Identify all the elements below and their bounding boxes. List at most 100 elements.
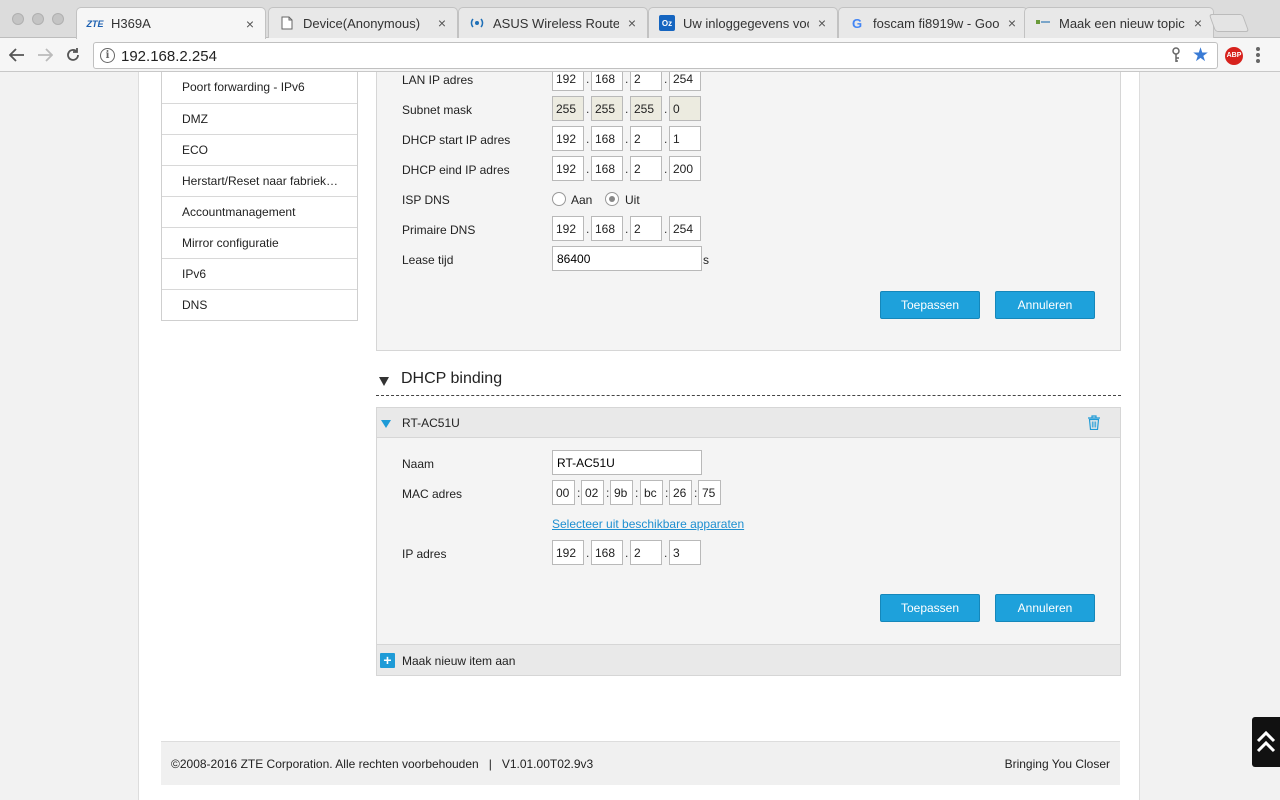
back-arrow-icon[interactable]	[6, 44, 28, 66]
sidebar-item-ipv6[interactable]: IPv6	[162, 258, 357, 289]
tab-title: H369A	[111, 16, 151, 31]
sidebar-item-herstart-reset[interactable]: Herstart/Reset naar fabriek…	[162, 165, 357, 196]
primary-dns-octet-3[interactable]	[630, 216, 662, 241]
dhcp-end-octet-2[interactable]	[591, 156, 623, 181]
expand-triangle-icon[interactable]	[381, 420, 391, 428]
sidebar-item-dns[interactable]: DNS	[162, 289, 357, 320]
binding-ip-octet-2[interactable]	[591, 540, 623, 565]
mac-octet-2[interactable]	[581, 480, 604, 505]
bookmark-star-icon[interactable]: ★	[1192, 44, 1209, 67]
primary-dns-octet-2[interactable]	[591, 216, 623, 241]
sidebar-item-mirror-configuratie[interactable]: Mirror configuratie	[162, 227, 357, 258]
dhcp-binding-section-header[interactable]: DHCP binding	[376, 362, 1121, 396]
primary-dns-octet-1[interactable]	[552, 216, 584, 241]
tab-uw-inloggegevens[interactable]: Oz Uw inloggegevens voor ×	[648, 7, 838, 38]
window-zoom-icon[interactable]	[52, 13, 64, 25]
info-icon[interactable]: i	[100, 48, 115, 63]
tab-close-icon[interactable]: ×	[815, 15, 829, 31]
forward-arrow-icon[interactable]	[34, 44, 56, 66]
tab-close-icon[interactable]: ×	[625, 15, 639, 31]
dhcp-start-octet-2[interactable]	[591, 126, 623, 151]
footer-slogan: Bringing You Closer	[1004, 757, 1110, 771]
lan-ip-octet-4[interactable]	[669, 72, 701, 91]
mac-octet-1[interactable]	[552, 480, 575, 505]
isp-dns-label: ISP DNS	[402, 193, 450, 207]
browser-menu-icon[interactable]	[1256, 47, 1260, 65]
plus-icon[interactable]: +	[380, 653, 395, 668]
reload-icon[interactable]	[62, 44, 84, 66]
tab-device-anonymous[interactable]: Device(Anonymous) ×	[268, 7, 458, 38]
sidebar-item-accountmanagement[interactable]: Accountmanagement	[162, 196, 357, 227]
url-text[interactable]: 192.168.2.254	[121, 48, 217, 65]
binding-cancel-button[interactable]: Annuleren	[995, 594, 1095, 622]
mac-octet-3[interactable]	[610, 480, 633, 505]
forum-icon	[1035, 15, 1051, 31]
tab-close-icon[interactable]: ×	[435, 15, 449, 31]
lan-ip-octet-1[interactable]	[552, 72, 584, 91]
tab-title: Uw inloggegevens voor	[683, 15, 809, 31]
mac-octet-5[interactable]	[669, 480, 692, 505]
new-tab-button[interactable]	[1208, 14, 1250, 32]
isp-dns-on-radio[interactable]	[552, 192, 566, 206]
section-title: DHCP binding	[401, 370, 503, 387]
sidebar-item-eco[interactable]: ECO	[162, 134, 357, 165]
tab-h369a[interactable]: ZTE H369A ×	[76, 7, 266, 39]
sidebar-item-dmz[interactable]: DMZ	[162, 103, 357, 134]
window-close-icon[interactable]	[12, 13, 24, 25]
dhcp-start-octet-1[interactable]	[552, 126, 584, 151]
tab-title: Maak een nieuw topic a	[1059, 15, 1185, 31]
tab-close-icon[interactable]: ×	[243, 16, 257, 32]
dhcp-end-octet-1[interactable]	[552, 156, 584, 181]
collapse-triangle-icon[interactable]	[379, 377, 389, 386]
dhcp-binding-panel: RT-AC51U Naam MAC adres : : : : :	[376, 407, 1121, 676]
isp-dns-off-label[interactable]: Uit	[625, 193, 640, 207]
lease-unit-label: s	[703, 253, 709, 267]
isp-dns-on-label[interactable]: Aan	[571, 193, 592, 207]
tab-asus-router[interactable]: ASUS Wireless Router R ×	[458, 7, 648, 38]
isp-dns-off-radio[interactable]	[605, 192, 619, 206]
binding-name-label: Naam	[402, 457, 435, 471]
mac-address-label: MAC adres	[402, 487, 463, 501]
adblock-icon[interactable]: ABP	[1225, 47, 1243, 65]
window-minimize-icon[interactable]	[32, 13, 44, 25]
mac-octet-4[interactable]	[640, 480, 663, 505]
lease-time-input[interactable]	[552, 246, 702, 271]
tab-maak-nieuw-topic[interactable]: Maak een nieuw topic a ×	[1024, 7, 1214, 38]
mac-octet-6[interactable]	[698, 480, 721, 505]
new-item-row[interactable]: + Maak nieuw item aan	[377, 644, 1120, 675]
address-bar[interactable]: i 192.168.2.254 ★	[93, 42, 1218, 69]
dhcp-start-octet-3[interactable]	[630, 126, 662, 151]
browser-toolbar: i 192.168.2.254 ★ ABP	[0, 38, 1280, 72]
outlook-icon: Oz	[659, 15, 675, 31]
binding-ip-octet-4[interactable]	[669, 540, 701, 565]
tab-close-icon[interactable]: ×	[1191, 15, 1205, 31]
trash-icon[interactable]	[1088, 415, 1100, 431]
lan-ip-octet-3[interactable]	[630, 72, 662, 91]
tab-foscam-google[interactable]: G foscam fi8919w - Goog ×	[838, 7, 1028, 38]
new-item-label[interactable]: Maak nieuw item aan	[402, 654, 515, 668]
binding-item-header[interactable]: RT-AC51U	[377, 408, 1120, 438]
select-available-devices-link[interactable]: Selecteer uit beschikbare apparaten	[552, 517, 744, 531]
binding-ip-octet-1[interactable]	[552, 540, 584, 565]
content-container: Poort forwarding - IPv6 DMZ ECO Herstart…	[138, 72, 1140, 800]
binding-name-input[interactable]	[552, 450, 702, 475]
dhcp-end-octet-3[interactable]	[630, 156, 662, 181]
primary-dns-octet-4[interactable]	[669, 216, 701, 241]
lan-settings-panel: LAN IP adres . . . Subnet mask . . .	[376, 72, 1121, 351]
page-viewport: Poort forwarding - IPv6 DMZ ECO Herstart…	[0, 72, 1280, 800]
dhcp-start-octet-4[interactable]	[669, 126, 701, 151]
sidebar-item-poort-forwarding-ipv6[interactable]: Poort forwarding - IPv6	[162, 72, 357, 103]
scroll-to-top-button[interactable]	[1252, 717, 1280, 767]
double-chevron-up-icon	[1256, 730, 1276, 753]
binding-apply-button[interactable]: Toepassen	[880, 594, 980, 622]
lan-ip-octet-2[interactable]	[591, 72, 623, 91]
tab-title: ASUS Wireless Router R	[493, 15, 619, 31]
tab-close-icon[interactable]: ×	[1005, 15, 1019, 31]
binding-ip-octet-3[interactable]	[630, 540, 662, 565]
lan-apply-button[interactable]: Toepassen	[880, 291, 980, 319]
side-menu: Poort forwarding - IPv6 DMZ ECO Herstart…	[161, 72, 358, 321]
wireless-icon	[469, 15, 485, 31]
lan-cancel-button[interactable]: Annuleren	[995, 291, 1095, 319]
key-icon[interactable]	[1171, 47, 1181, 66]
dhcp-end-octet-4[interactable]	[669, 156, 701, 181]
